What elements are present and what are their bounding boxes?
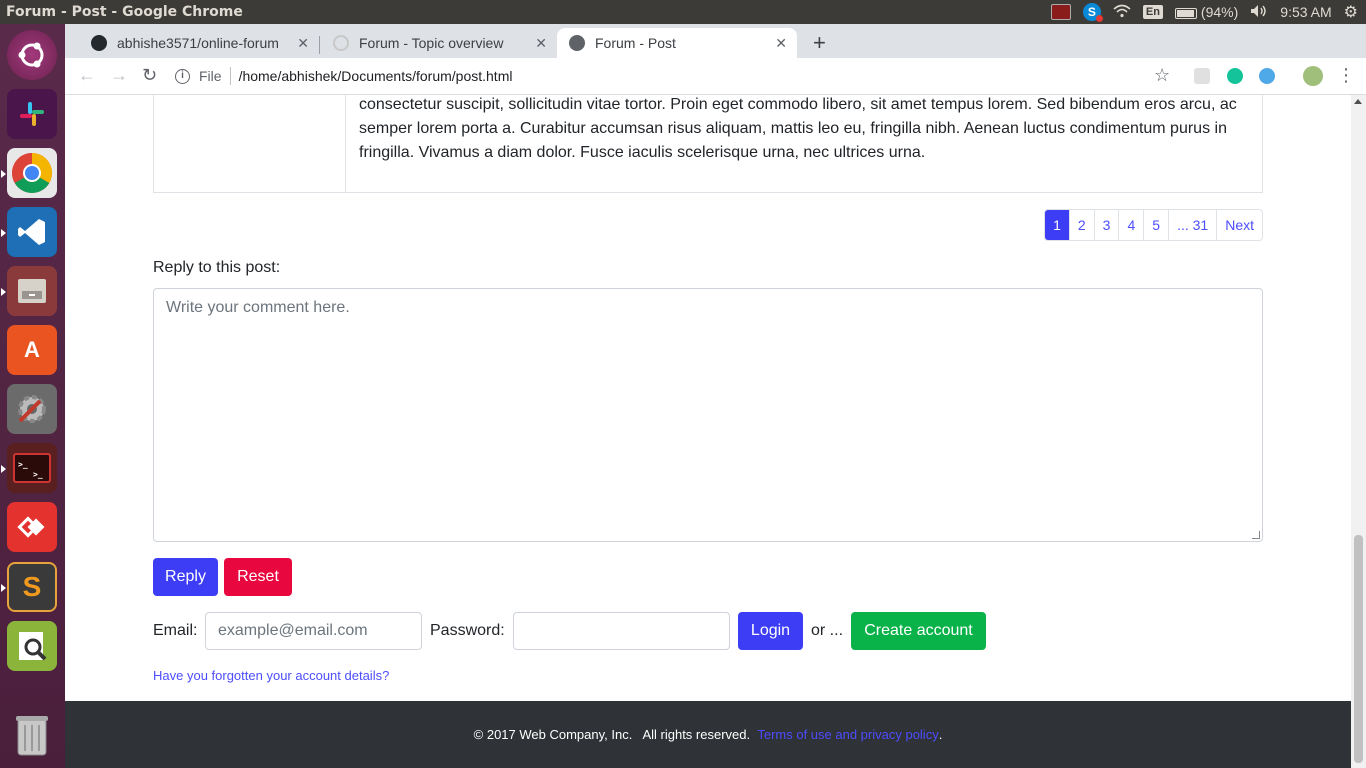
running-indicator xyxy=(1,288,6,296)
login-button[interactable]: Login xyxy=(738,612,803,650)
reset-button[interactable]: Reset xyxy=(224,558,292,596)
svg-text:>_: >_ xyxy=(18,460,28,469)
divider xyxy=(229,67,231,85)
keyboard-layout-indicator[interactable]: En xyxy=(1142,5,1163,19)
running-indicator xyxy=(1,170,6,178)
page-link-1[interactable]: 1 xyxy=(1045,210,1069,240)
close-tab-icon[interactable]: ✕ xyxy=(297,35,309,52)
document-viewer-icon[interactable] xyxy=(7,621,57,671)
resize-handle-icon[interactable] xyxy=(1252,531,1260,539)
extension-blue-icon[interactable] xyxy=(1259,68,1275,84)
top-panel: Forum - Post - Google Chrome S En (94%) … xyxy=(0,0,1366,24)
footer-period: . xyxy=(938,727,943,742)
reply-placeholder: Write your comment here. xyxy=(166,299,350,316)
battery-icon xyxy=(1174,7,1197,19)
battery-percent: (94%) xyxy=(1200,4,1239,20)
password-field[interactable] xyxy=(513,612,730,650)
anydesk-icon[interactable] xyxy=(7,502,57,552)
page-link-3[interactable]: 3 xyxy=(1093,210,1119,240)
svg-text:>_: >_ xyxy=(33,470,43,479)
address-bar[interactable]: i File /home/abhishek/Documents/forum/po… xyxy=(175,61,1185,91)
files-icon[interactable] xyxy=(7,266,57,316)
tab-strip: abhishe3571/online-forum ✕ Forum - Topic… xyxy=(65,24,1366,58)
scroll-thumb[interactable] xyxy=(1354,535,1363,763)
url-text[interactable]: /home/abhishek/Documents/forum/post.html xyxy=(239,68,513,84)
terms-link[interactable]: Terms of use and privacy policy xyxy=(757,727,938,742)
grammarly-icon[interactable] xyxy=(1227,68,1243,84)
battery-indicator[interactable]: (94%) xyxy=(1174,4,1239,20)
login-form: Email: example@email.com Password: Login… xyxy=(153,612,1053,650)
tab-github[interactable]: abhishe3571/online-forum ✕ xyxy=(79,28,319,58)
page-scrollbar[interactable] xyxy=(1351,95,1366,768)
settings-gear-icon[interactable]: ⚙ xyxy=(1344,2,1358,22)
vscode-icon[interactable] xyxy=(7,207,57,257)
skype-icon[interactable]: S xyxy=(1082,3,1103,22)
email-label: Email: xyxy=(153,622,198,639)
page-link-2[interactable]: 2 xyxy=(1068,210,1094,240)
post-body: consectetur suscipit, sollicitudin vitae… xyxy=(359,96,1237,161)
tab-label: Forum - Topic overview xyxy=(359,35,504,51)
scroll-up-icon[interactable] xyxy=(1354,99,1362,104)
trash-icon[interactable] xyxy=(7,710,57,760)
post-table: consectetur suscipit, sollicitudin vitae… xyxy=(153,95,1263,193)
screen-recorder-icon[interactable] xyxy=(1050,4,1071,20)
forgot-account-link[interactable]: Have you forgotten your account details? xyxy=(153,668,389,683)
scheme-label: File xyxy=(199,68,222,84)
tab-topic-overview[interactable]: Forum - Topic overview ✕ xyxy=(321,28,557,58)
page-link-4[interactable]: 4 xyxy=(1118,210,1144,240)
reload-icon[interactable]: ↻ xyxy=(142,65,157,86)
github-icon xyxy=(91,35,107,51)
tab-label: abhishe3571/online-forum xyxy=(117,35,279,51)
back-icon[interactable]: ← xyxy=(78,65,96,86)
reply-textarea[interactable]: Write your comment here. xyxy=(153,288,1263,542)
volume-icon[interactable] xyxy=(1250,4,1268,21)
page-link-5[interactable]: 5 xyxy=(1143,210,1169,240)
globe-icon xyxy=(569,35,585,51)
email-field[interactable]: example@email.com xyxy=(205,612,422,650)
email-placeholder: example@email.com xyxy=(218,622,368,639)
page-link-last[interactable]: ... 31 xyxy=(1168,210,1217,240)
footer: © 2017 Web Company, Inc. All rights rese… xyxy=(65,701,1351,768)
browser-toolbar: ← → ↻ i File /home/abhishek/Documents/fo… xyxy=(65,58,1366,95)
tab-separator xyxy=(319,36,320,54)
create-account-button[interactable]: Create account xyxy=(851,612,986,650)
page-content: consectetur suscipit, sollicitudin vitae… xyxy=(65,95,1351,768)
password-label: Password: xyxy=(430,622,505,639)
unity-launcher: A >_ >_ S xyxy=(0,24,65,768)
extension-icon[interactable] xyxy=(1194,68,1210,84)
menu-icon[interactable]: ⋮ xyxy=(1337,65,1355,86)
reply-label: Reply to this post: xyxy=(153,259,281,276)
page-link-next[interactable]: Next xyxy=(1216,210,1262,240)
system-tray: S En (94%) 9:53 AM ⚙ xyxy=(1050,0,1366,24)
reply-button[interactable]: Reply xyxy=(153,558,218,596)
terminal-icon[interactable]: >_ >_ xyxy=(7,443,57,493)
chrome-icon[interactable] xyxy=(7,148,57,198)
loading-spinner-icon xyxy=(333,35,349,51)
copyright-text: © 2017 Web Company, Inc. All rights rese… xyxy=(473,727,751,742)
new-tab-button[interactable]: + xyxy=(813,30,826,56)
window-title: Forum - Post - Google Chrome xyxy=(6,4,243,20)
author-column xyxy=(154,95,346,192)
system-settings-icon[interactable] xyxy=(7,384,57,434)
software-center-icon[interactable]: A xyxy=(7,325,57,375)
or-text: or ... xyxy=(811,622,844,639)
slack-icon[interactable] xyxy=(7,89,57,139)
pagination: 1 2 3 4 5 ... 31 Next xyxy=(1044,209,1263,241)
running-indicator xyxy=(1,465,6,473)
profile-avatar[interactable] xyxy=(1303,66,1323,86)
close-tab-icon[interactable]: ✕ xyxy=(535,35,547,52)
clock[interactable]: 9:53 AM xyxy=(1280,4,1331,20)
info-icon[interactable]: i xyxy=(175,68,190,84)
running-indicator xyxy=(1,584,6,592)
sublime-text-icon[interactable]: S xyxy=(7,562,57,612)
tab-label: Forum - Post xyxy=(595,35,676,51)
running-indicator xyxy=(1,229,6,237)
wifi-icon[interactable] xyxy=(1113,4,1131,21)
ubuntu-dash-icon[interactable] xyxy=(7,30,57,80)
forward-icon[interactable]: → xyxy=(110,65,128,86)
tab-forum-post[interactable]: Forum - Post ✕ xyxy=(557,28,797,58)
close-tab-icon[interactable]: ✕ xyxy=(775,35,787,52)
bookmark-star-icon[interactable]: ☆ xyxy=(1154,65,1170,86)
